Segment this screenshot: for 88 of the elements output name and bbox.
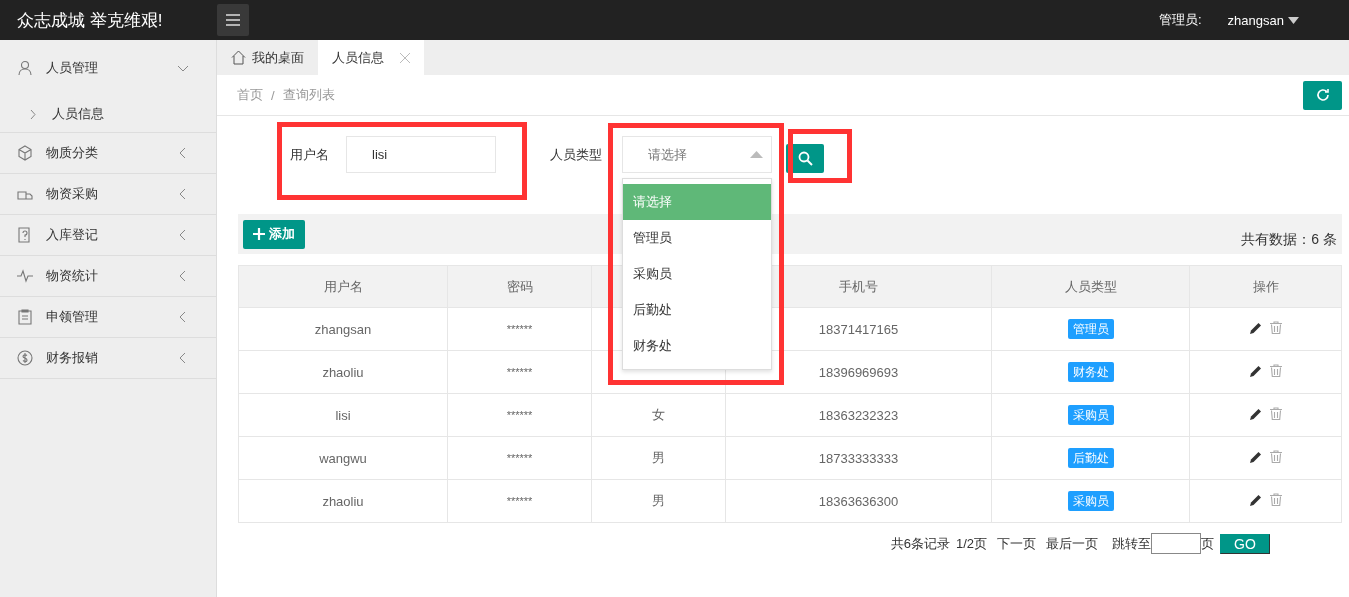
table-cell: ****** [447, 307, 592, 351]
staff-type-tag: 财务处 [1067, 361, 1114, 382]
plus-icon [253, 228, 265, 240]
table-cell: ****** [447, 436, 592, 480]
refresh-icon [1314, 87, 1331, 103]
table-cell: ****** [447, 479, 592, 523]
next-page-link[interactable]: 下一页 [997, 534, 1036, 553]
staff-type-label: 人员类型 [550, 146, 602, 164]
caret-icon [1288, 16, 1299, 24]
username-field[interactable]: lisi [346, 136, 496, 173]
trash-icon[interactable] [1269, 450, 1282, 464]
table-cell: lisi [238, 393, 448, 437]
user-menu[interactable]: zhangsan [1227, 12, 1299, 28]
last-page-link[interactable]: 最后一页 [1046, 534, 1098, 553]
trash-icon[interactable] [1269, 493, 1282, 507]
pulse-icon [17, 268, 33, 284]
table-cell: zhaoliu [238, 479, 448, 523]
pencil-icon[interactable] [1249, 450, 1262, 463]
chevron-left-icon [178, 353, 188, 363]
tab[interactable]: 我的桌面 [217, 40, 318, 75]
chevron-left-icon [178, 271, 188, 281]
sidebar-subitem[interactable]: 人员信息 [0, 96, 216, 132]
table-cell: 18363232323 [725, 393, 992, 437]
trash-icon[interactable] [1269, 407, 1282, 421]
pencil-icon[interactable] [1249, 364, 1262, 377]
staff-type-tag: 采购员 [1067, 404, 1114, 425]
trash-icon[interactable] [1269, 364, 1282, 378]
table-cell: wangwu [238, 436, 448, 480]
highlight-box [788, 129, 852, 183]
go-button[interactable]: GO [1220, 533, 1270, 554]
sidebar-item[interactable]: 物质分类 [0, 133, 216, 173]
app-logo-text: 众志成城 举克维艰! [16, 9, 164, 32]
chevron-right-icon [30, 109, 36, 119]
sidebar-item[interactable]: 申领管理 [0, 297, 216, 337]
user-role-label: 管理员: [1159, 11, 1202, 29]
dollar-icon [17, 350, 33, 366]
table-cell: 男 [591, 436, 726, 480]
jump-label: 跳转至 [1112, 534, 1151, 553]
tab[interactable]: 人员信息 [318, 40, 424, 75]
chevron-left-icon [178, 148, 188, 158]
staff-type-tag: 后勤处 [1067, 447, 1114, 468]
table-cell: ****** [447, 393, 592, 437]
column-header: 用户名 [238, 265, 448, 308]
pencil-icon[interactable] [1249, 493, 1262, 506]
clipboard-icon [17, 309, 33, 325]
chevron-left-icon [178, 189, 188, 199]
chevron-down-icon [178, 63, 188, 73]
chevron-left-icon [178, 312, 188, 322]
document-icon [17, 227, 33, 243]
page-number-field[interactable] [1151, 533, 1201, 554]
sidebar-item[interactable]: 财务报销 [0, 338, 216, 378]
page-unit-label: 页 [1201, 534, 1214, 553]
cube-icon [17, 145, 33, 161]
pencil-icon[interactable] [1249, 321, 1262, 334]
record-summary: 共6条记录 [890, 534, 950, 553]
table-cell: zhaoliu [238, 350, 448, 394]
staff-type-tag: 管理员 [1067, 318, 1114, 339]
staff-type-tag: 采购员 [1067, 490, 1114, 511]
table-cell: 女 [591, 393, 726, 437]
menu-icon[interactable] [217, 4, 249, 36]
home-icon [231, 50, 246, 65]
column-header: 人员类型 [991, 265, 1190, 308]
table-cell: zhangsan [238, 307, 448, 351]
close-icon[interactable] [400, 52, 410, 63]
dropdown-option[interactable]: 管理员 [623, 220, 771, 256]
page-indicator: 1/2页 [955, 534, 987, 553]
person-icon [17, 60, 33, 76]
table-cell: 男 [591, 479, 726, 523]
column-header: 密码 [447, 265, 592, 308]
breadcrumb-separator: / [271, 87, 275, 103]
add-button[interactable]: 添加 [243, 219, 305, 249]
sidebar-item[interactable]: 人员管理 [0, 40, 216, 96]
table-cell: 18733333333 [725, 436, 992, 480]
sidebar-item[interactable]: 入库登记 [0, 215, 216, 255]
caret-up-icon [750, 151, 763, 158]
trash-icon[interactable] [1269, 321, 1282, 335]
refresh-button[interactable] [1303, 80, 1342, 110]
total-count: 共有数据：6 条 [1241, 231, 1337, 249]
staff-type-select[interactable]: 请选择 [622, 136, 772, 173]
chevron-left-icon [178, 230, 188, 240]
sidebar-item[interactable]: 物资采购 [0, 174, 216, 214]
pencil-icon[interactable] [1249, 407, 1262, 420]
column-header: 操作 [1189, 265, 1342, 308]
username-label: 用户名 [290, 146, 329, 164]
search-icon [797, 151, 813, 166]
table-cell: ****** [447, 350, 592, 394]
sidebar-item[interactable]: 物资统计 [0, 256, 216, 296]
table-cell: 18363636300 [725, 479, 992, 523]
